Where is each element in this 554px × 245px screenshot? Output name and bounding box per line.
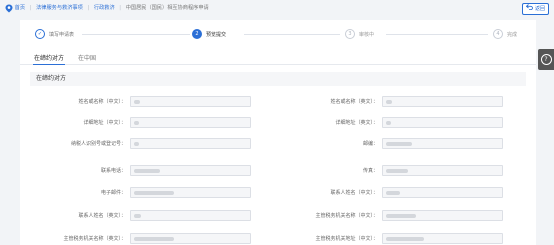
home-icon[interactable] [5,4,13,13]
field-label: 主管税务机关名称（英文）： [63,236,126,242]
main-card: ✓ 填写申请表 2 预览提交 3 审核中 4 完成 在缔约对方 在中国 在缔约对… [20,20,536,245]
help-button[interactable]: ? [538,49,554,70]
field-label: 主管税务机关名称（中文）： [315,213,378,219]
redacted-value [134,169,160,173]
back-button-label: 返回 [534,6,545,12]
redacted-value [386,142,412,146]
redacted-value [134,237,174,241]
field-label: 传真： [362,168,378,174]
redacted-value [386,121,391,125]
step-number: 2 [192,29,202,39]
email-field[interactable] [130,187,251,198]
redacted-value [386,100,392,104]
step-number: 4 [493,29,503,39]
redacted-value [134,214,141,218]
breadcrumb-separator: | [87,5,90,11]
tab-bar: 在缔约对方 在中国 [20,51,536,65]
back-button[interactable]: 返回 [521,3,549,15]
field-label: 联系人姓名（中文）： [330,190,378,196]
breadcrumb-bar: 首页 | 法律服务与救济事项 | 行政救济 | 中国居民（国民）相互协商程序申请… [0,0,554,17]
name-en-field[interactable] [382,96,503,107]
field-label: 联系人姓名（英文）： [78,213,126,219]
progress-stepper: ✓ 填写申请表 2 预览提交 3 审核中 4 完成 [20,20,536,50]
field-label: 联系电话： [100,168,126,174]
tax-authority-name-cn-field[interactable] [382,210,503,221]
form-row: 联系电话： 传真： [20,165,536,177]
redacted-value [386,191,400,195]
form-row: 主管税务机关名称（英文）： 主管税务机关地址（中文）： [20,233,536,245]
name-cn-field[interactable] [130,96,251,107]
step-number: 3 [345,29,355,39]
back-arrow-icon [525,4,533,14]
form-row: 联系人姓名（英文）： 主管税务机关名称（中文）： [20,210,536,222]
field-label: 姓名或名称（中文）： [78,99,126,105]
redacted-value [134,121,139,125]
redacted-value [134,100,140,104]
redacted-value [386,169,408,173]
tab-contracting-party[interactable]: 在缔约对方 [32,53,66,65]
breadcrumb-home[interactable]: 首页 [15,4,25,13]
redacted-value [386,214,416,218]
field-label: 详细地址（中文）： [83,120,126,126]
redacted-value [134,191,174,195]
postcode-field[interactable] [382,138,503,149]
form-row: 姓名或名称（中文）： 姓名或名称（英文）： [20,96,536,108]
step-fill-form: ✓ 填写申请表 [35,29,74,39]
address-cn-field[interactable] [130,117,251,128]
step-connector [386,34,488,35]
phone-field[interactable] [130,165,251,176]
breadcrumb-item-admin-relief[interactable]: 行政救济 [94,4,115,13]
step-label: 审核中 [359,31,375,38]
step-label: 完成 [507,31,518,38]
form-row: 电子邮件： 联系人姓名（中文）： [20,187,536,199]
field-label: 邮编： [362,141,378,147]
field-label: 电子邮件： [100,190,126,196]
step-label: 填写申请表 [49,31,75,38]
contact-name-en-field[interactable] [130,210,251,221]
breadcrumb-separator: | [29,5,32,11]
field-label: 姓名或名称（英文）： [330,99,378,105]
field-label: 纳税人识别号或登记号： [70,141,126,147]
form-row: 纳税人识别号或登记号： 邮编： [20,138,536,150]
breadcrumb: 首页 | 法律服务与救济事项 | 行政救济 | 中国居民（国民）相互协商程序申请 [5,4,209,13]
redacted-value [134,142,139,146]
breadcrumb-current: 中国居民（国民）相互协商程序申请 [125,5,209,11]
breadcrumb-separator: | [119,5,122,11]
contact-name-cn-field[interactable] [382,187,503,198]
step-connector [82,34,190,35]
tab-china[interactable]: 在中国 [78,53,96,62]
form-row: 详细地址（中文）： 详细地址（英文）： [20,117,536,129]
fax-field[interactable] [382,165,503,176]
tax-authority-name-en-field[interactable] [130,233,251,244]
breadcrumb-item-legal-services[interactable]: 法律服务与救济事项 [36,4,83,13]
field-label: 主管税务机关地址（中文）： [315,236,378,242]
question-icon: ? [540,54,552,65]
address-en-field[interactable] [382,117,503,128]
tax-authority-address-cn-field[interactable] [382,233,503,244]
taxpayer-id-field[interactable] [130,138,251,149]
step-reviewing: 3 审核中 [345,29,374,39]
section-title: 在缔约对方 [30,72,526,86]
step-connector [244,34,340,35]
step-complete: 4 完成 [493,29,517,39]
step-preview-submit: 2 预览提交 [192,29,226,39]
step-label: 预览提交 [206,31,227,38]
redacted-value [386,237,424,241]
check-icon: ✓ [35,29,45,39]
field-label: 详细地址（英文）： [335,120,378,126]
